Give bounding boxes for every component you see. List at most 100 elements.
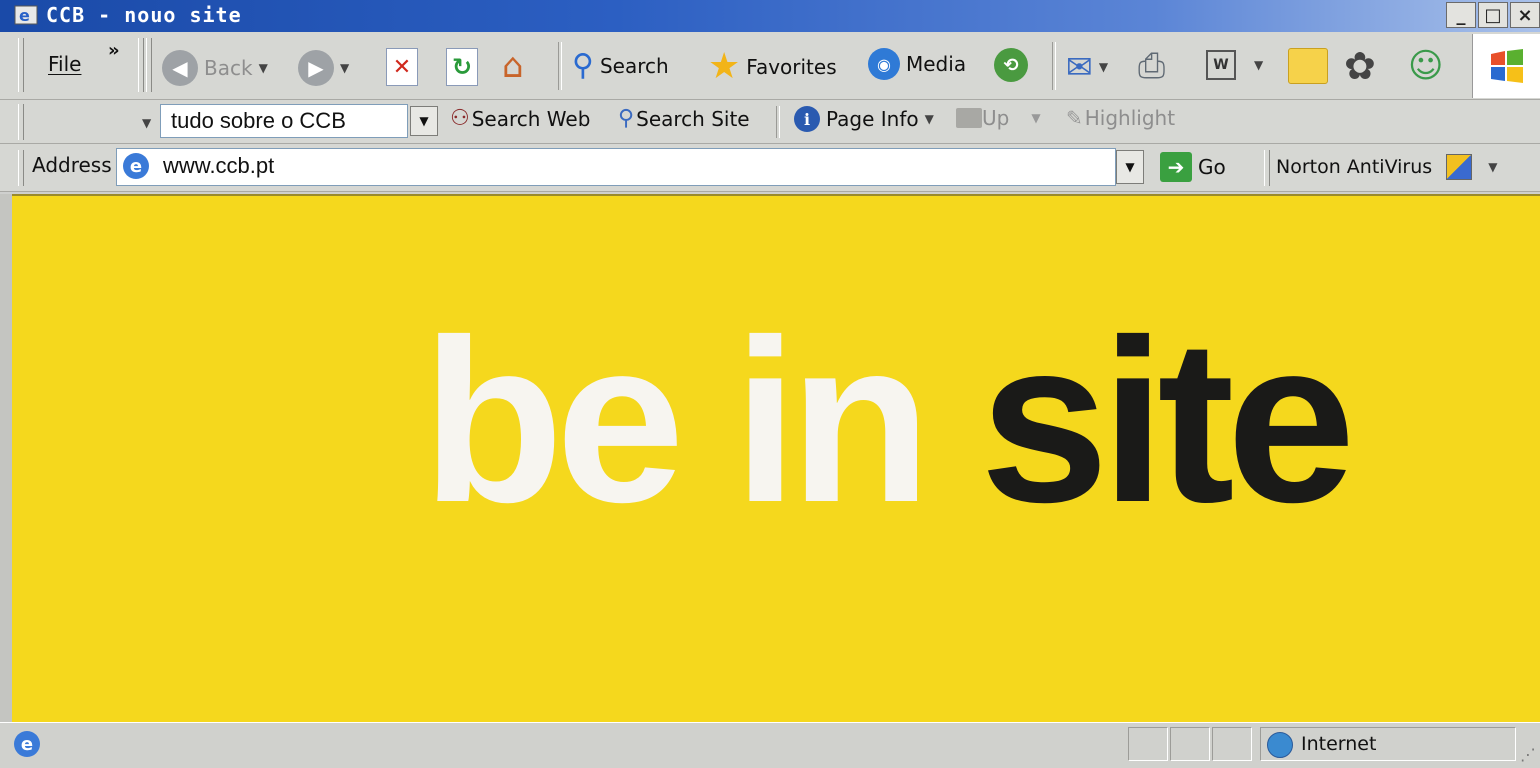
info-icon: i [794, 106, 820, 132]
page-content: be in site [12, 194, 1540, 722]
address-toolbar: Address e www.ccb.pt ▼ ➔ Go Norton AntiV… [0, 144, 1540, 192]
go-button[interactable]: ➔ Go [1160, 152, 1226, 182]
up-label: Up [982, 106, 1010, 130]
refresh-icon: ↻ [446, 48, 478, 86]
search-combo-dropdown[interactable]: ▼ [410, 106, 438, 136]
mail-button[interactable]: ✉ ▼ [1066, 48, 1108, 86]
security-zone-panel: Internet [1260, 727, 1516, 761]
toolbar-grip[interactable] [18, 104, 24, 140]
forward-button[interactable]: ▶ ▼ [298, 50, 349, 86]
history-button[interactable]: ⟲ [994, 48, 1028, 82]
flower-button[interactable]: ✿ [1344, 44, 1376, 88]
search-query-input[interactable]: tudo sobre o CCB [171, 108, 346, 134]
refresh-button[interactable]: ↻ [446, 48, 478, 86]
toolbar-grip[interactable] [1264, 150, 1270, 186]
headline-word-be: be [422, 292, 685, 551]
highlight-label: Highlight [1084, 106, 1176, 130]
search-query-combo[interactable]: tudo sobre o CCB [160, 104, 408, 138]
title-bar[interactable]: e CCB - nouo site _ □ × [0, 0, 1540, 32]
window-frame-left [0, 194, 12, 722]
headline-word-site: site [979, 292, 1356, 551]
norton-label: Norton AntiVirus [1276, 156, 1433, 178]
dropdown-arrow-icon[interactable]: ▼ [1488, 160, 1497, 174]
up-button[interactable]: Up ▼ [956, 106, 1041, 130]
printer-icon: ⎙ [1138, 46, 1166, 86]
search-toolbar: ▼ tudo sobre o CCB ▼ ⚇ Search Web ⚲ Sear… [0, 100, 1540, 144]
favorites-button[interactable]: ★ Favorites [708, 46, 837, 87]
search-web-label: Search Web [471, 106, 591, 131]
back-label: Back [204, 56, 253, 80]
menu-chevron[interactable]: » [108, 40, 120, 61]
dropdown-arrow-icon[interactable]: ▼ [340, 61, 349, 75]
dropdown-arrow-icon[interactable]: ▼ [259, 61, 268, 75]
toolbar-separator [776, 106, 780, 138]
dropdown-arrow-icon[interactable]: ▼ [1031, 111, 1040, 125]
favorites-label: Favorites [746, 54, 837, 79]
page-ie-icon: e [123, 153, 149, 179]
close-button[interactable]: × [1510, 2, 1540, 28]
toolbar-grip[interactable] [18, 150, 24, 186]
flower-icon: ✿ [1344, 44, 1376, 88]
search-web-button[interactable]: ⚇ Search Web [450, 106, 590, 131]
notes-icon [1288, 48, 1328, 84]
file-menu[interactable]: File [48, 52, 81, 76]
ie-app-icon: e [14, 5, 38, 25]
dropdown-arrow-icon[interactable]: ▼ [1254, 58, 1263, 72]
toolbar-grip[interactable] [18, 38, 24, 92]
highlight-button[interactable]: ✎ Highlight [1066, 106, 1175, 130]
binoculars-icon: ⚇ [450, 106, 470, 131]
page-info-button[interactable]: i Page Info ▼ [794, 106, 934, 132]
search-site-icon: ⚲ [618, 106, 635, 131]
home-button[interactable]: ⌂ [502, 46, 524, 86]
windows-logo-icon [1472, 34, 1540, 98]
standard-toolbar: File » ◀ Back ▼ ▶ ▼ ✕ ↻ ⌂ ⚲ Search ★ Fav… [0, 32, 1540, 100]
toolbar-grip[interactable] [138, 38, 144, 92]
windows-flag-icon [1491, 49, 1523, 83]
minimize-button[interactable]: _ [1446, 2, 1476, 28]
status-ie-icon: e [14, 731, 40, 757]
address-label-text: Address [32, 153, 112, 177]
print-button[interactable]: ⎙ [1138, 46, 1165, 86]
toolbar-separator [1052, 42, 1056, 90]
mail-icon: ✉ [1066, 48, 1093, 86]
favorites-star-icon: ★ [708, 46, 741, 87]
forward-arrow-icon: ▶ [298, 50, 334, 86]
norton-icon [1446, 154, 1473, 180]
dropdown-arrow-icon[interactable]: ▼ [142, 116, 151, 130]
search-site-button[interactable]: ⚲ Search Site [618, 106, 750, 131]
go-label: Go [1198, 155, 1226, 179]
media-button[interactable]: ◉ Media [868, 48, 966, 80]
search-label: Search [599, 53, 669, 78]
media-label: Media [906, 52, 967, 76]
headline-word-in: in [733, 292, 931, 551]
search-site-label: Search Site [636, 106, 750, 131]
stop-button[interactable]: ✕ [386, 48, 418, 86]
edit-button[interactable]: W ▼ [1206, 50, 1263, 80]
messenger-button[interactable]: ☺ [1408, 46, 1443, 86]
maximize-button[interactable]: □ [1478, 2, 1508, 28]
file-menu-label: File [48, 52, 82, 76]
back-button[interactable]: ◀ Back ▼ [162, 50, 268, 86]
status-panel [1170, 727, 1210, 761]
word-edit-icon: W [1206, 50, 1236, 80]
home-icon: ⌂ [502, 46, 524, 86]
status-panel [1212, 727, 1252, 761]
norton-antivirus-button[interactable]: Norton AntiVirus ▼ [1276, 154, 1497, 180]
dropdown-arrow-icon[interactable]: ▼ [925, 112, 934, 126]
resize-grip-icon[interactable]: ⋰ [1520, 745, 1536, 764]
address-combo[interactable]: e www.ccb.pt [116, 148, 1116, 186]
status-panel [1128, 727, 1168, 761]
address-dropdown[interactable]: ▼ [1116, 150, 1144, 184]
toolbar-grip[interactable] [146, 38, 152, 92]
folder-up-icon [956, 108, 982, 128]
discuss-button[interactable] [1288, 48, 1328, 84]
go-arrow-icon: ➔ [1160, 152, 1192, 182]
zone-label: Internet [1301, 733, 1377, 755]
status-bar: e Internet ⋰ [0, 722, 1540, 768]
dropdown-arrow-icon[interactable]: ▼ [1099, 60, 1108, 74]
globe-icon [1267, 732, 1293, 758]
address-input[interactable]: www.ccb.pt [163, 153, 274, 179]
search-button[interactable]: ⚲ Search [572, 48, 669, 83]
toolbar-separator [558, 42, 562, 90]
window-title: CCB - nouo site [46, 3, 242, 27]
